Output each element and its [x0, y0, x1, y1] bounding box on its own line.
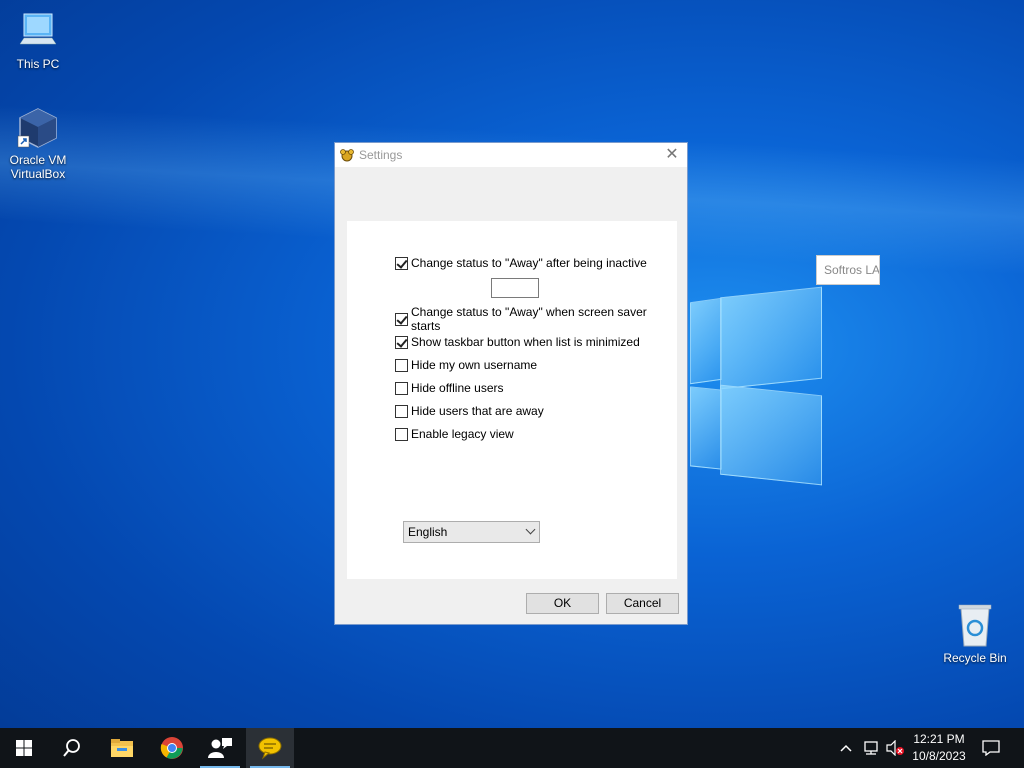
taskbar-softros-messenger[interactable]	[246, 728, 294, 768]
clock-date: 10/8/2023	[912, 749, 966, 763]
softros-app-icon	[339, 147, 355, 163]
taskbar-chrome[interactable]	[148, 728, 196, 768]
checkbox-away-inactive[interactable]	[395, 256, 408, 270]
checkbox-hide-own-username[interactable]	[395, 358, 408, 372]
cancel-button[interactable]: Cancel	[606, 593, 679, 614]
option-label: Change status to "Away" when screen save…	[411, 305, 647, 333]
option-hide-own-username[interactable]: Hide my own username	[395, 356, 537, 374]
option-legacy-view[interactable]: Enable legacy view	[395, 425, 514, 443]
option-away-inactive[interactable]: Change status to "Away" after being inac…	[395, 254, 647, 272]
chrome-icon	[160, 737, 183, 759]
taskbar: 12:21 PM 10/8/2023	[0, 728, 1024, 768]
softros-users-icon	[208, 738, 232, 758]
checkbox-away-screensaver[interactable]	[395, 312, 408, 326]
recycle-bin-icon	[953, 602, 997, 648]
close-button[interactable]: ✕	[657, 143, 687, 167]
option-label: Hide users that are away	[411, 404, 544, 418]
network-tray-button[interactable]	[860, 728, 882, 768]
softros-messenger-icon	[258, 737, 282, 760]
taskbar-file-explorer[interactable]	[98, 728, 146, 768]
checkbox-taskbar-button[interactable]	[395, 335, 408, 349]
close-icon: ✕	[665, 146, 679, 163]
checkbox-legacy-view[interactable]	[395, 427, 408, 441]
search-icon	[63, 739, 80, 757]
settings-dialog: Settings ✕ Change status to "Away" after…	[334, 142, 688, 625]
notifications-icon	[982, 740, 1000, 756]
volume-muted-icon	[886, 740, 904, 756]
desktop-icon-this-pc[interactable]: This PC	[0, 10, 76, 71]
computer-icon	[16, 10, 60, 54]
ok-button[interactable]: OK	[526, 593, 599, 614]
taskbar-clock[interactable]: 12:21 PM 10/8/2023	[904, 731, 974, 765]
language-value: English	[408, 525, 448, 539]
desktop-icon-label: This PC	[16, 57, 60, 71]
desktop-icon-recycle-bin[interactable]: Recycle Bin	[937, 602, 1013, 665]
file-explorer-icon	[111, 739, 133, 757]
softros-lan-tooltip: Softros LAN	[816, 255, 880, 285]
checkbox-hide-offline[interactable]	[395, 381, 408, 395]
network-icon	[864, 741, 878, 755]
chevron-down-icon	[525, 524, 536, 535]
option-label: Change status to "Away" after being inac…	[411, 256, 647, 270]
option-hide-away[interactable]: Hide users that are away	[395, 402, 544, 420]
language-select[interactable]: English	[403, 521, 540, 543]
desktop-icon-label: Recycle Bin	[943, 651, 1007, 665]
option-taskbar-button[interactable]: Show taskbar button when list is minimiz…	[395, 333, 640, 351]
taskbar-softros-users[interactable]	[196, 728, 244, 768]
chevron-up-icon	[840, 744, 852, 752]
clock-time: 12:21 PM	[913, 732, 965, 746]
option-label: Hide offline users	[411, 381, 504, 395]
settings-panel: Change status to "Away" after being inac…	[347, 221, 677, 579]
option-label: Hide my own username	[411, 358, 538, 372]
dialog-title: Settings	[359, 148, 403, 162]
search-button[interactable]	[48, 728, 96, 768]
virtualbox-icon	[16, 106, 60, 150]
tooltip-text: Softros LAN	[824, 263, 880, 277]
windows-logo-pane	[690, 297, 722, 385]
start-button[interactable]	[0, 728, 48, 768]
dialog-titlebar[interactable]: Settings ✕	[335, 143, 687, 167]
option-away-screensaver[interactable]: Change status to "Away" when screen save…	[395, 305, 677, 333]
windows-logo-pane	[720, 384, 822, 486]
desktop-icon-virtualbox[interactable]: Oracle VM VirtualBox	[0, 106, 76, 181]
checkbox-hide-away[interactable]	[395, 404, 408, 418]
windows-logo-pane	[690, 386, 722, 470]
action-center-button[interactable]	[978, 728, 1004, 768]
start-icon	[16, 740, 32, 756]
option-label: Show taskbar button when list is minimiz…	[411, 335, 640, 349]
windows-logo-pane	[720, 286, 822, 390]
volume-tray-button[interactable]	[884, 728, 906, 768]
desktop-icon-label: Oracle VM VirtualBox	[9, 153, 67, 181]
option-hide-offline[interactable]: Hide offline users	[395, 379, 504, 397]
option-label: Enable legacy view	[411, 427, 514, 441]
inactive-minutes-input[interactable]	[491, 278, 539, 298]
show-hidden-icons-button[interactable]	[836, 728, 856, 768]
